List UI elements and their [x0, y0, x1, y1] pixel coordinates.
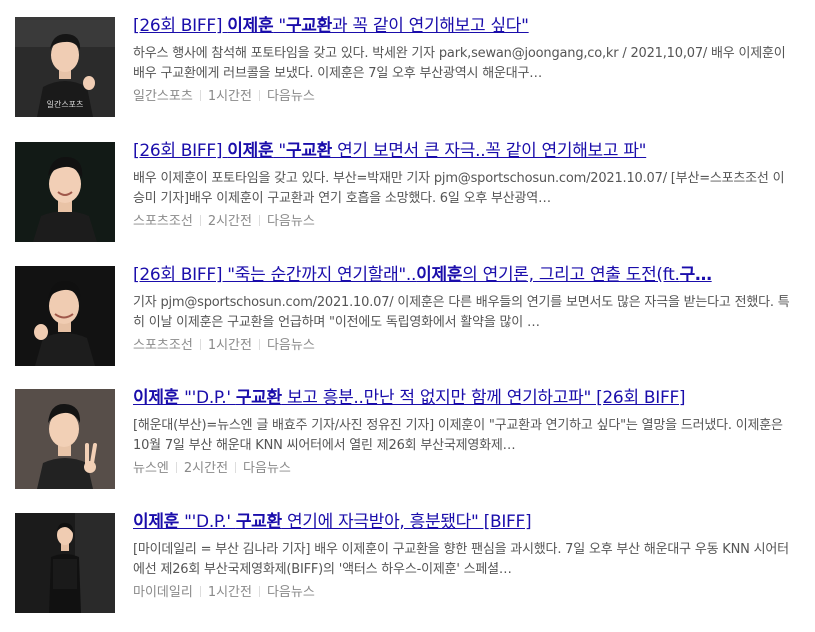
- news-snippet: 배우 이제훈이 포토타임을 갖고 있다. 부산=박재만 기자 pjm@sport…: [133, 171, 785, 206]
- news-meta: 일간스포츠 1시간전 다음뉴스: [133, 88, 793, 106]
- meta-divider: [258, 215, 260, 226]
- meta-divider: [235, 462, 237, 473]
- daum-news-link[interactable]: 다음뉴스: [267, 338, 315, 353]
- news-result-body: 이제훈 "'D.P.' 구교환 보고 흥분..만난 적 없지만 함께 연기하고파…: [133, 386, 793, 478]
- news-time: 1시간전: [207, 89, 252, 104]
- news-result-body: [26회 BIFF] 이제훈 "구교환과 꼭 같이 연기해보고 싶다" 하우스 …: [133, 14, 793, 106]
- news-source: 스포츠조선: [133, 214, 193, 229]
- daum-news-link[interactable]: 다음뉴스: [267, 585, 315, 600]
- news-thumbnail[interactable]: [15, 389, 115, 489]
- news-snippet: [마이데일리 = 부산 김나라 기자] 배우 이제훈이 구교환을 향한 팬심을 …: [133, 542, 789, 577]
- news-title-link[interactable]: [26회 BIFF] 이제훈 "구교환과 꼭 같이 연기해보고 싶다": [133, 14, 793, 38]
- meta-divider: [199, 339, 201, 350]
- news-source: 마이데일리: [133, 585, 193, 600]
- meta-divider: [199, 90, 201, 101]
- daum-news-link[interactable]: 다음뉴스: [267, 214, 315, 229]
- meta-divider: [258, 586, 260, 597]
- news-time: 1시간전: [207, 585, 252, 600]
- news-result-item: [26회 BIFF] "죽는 순간까지 연기할래"..이제훈의 연기론, 그리고…: [0, 263, 815, 371]
- news-result-item: 이제훈 "'D.P.' 구교환 연기에 자극받아, 흥분됐다" [BIFF] […: [0, 510, 815, 618]
- thumbnail-watermark: 일간스포츠: [47, 99, 84, 109]
- news-result-body: [26회 BIFF] 이제훈 "구교환 연기 보면서 큰 자극..꼭 같이 연기…: [133, 139, 793, 231]
- news-result-item: [26회 BIFF] 이제훈 "구교환 연기 보면서 큰 자극..꼭 같이 연기…: [0, 139, 815, 247]
- daum-news-link[interactable]: 다음뉴스: [243, 461, 291, 476]
- news-time: 1시간전: [207, 338, 252, 353]
- news-title-link[interactable]: 이제훈 "'D.P.' 구교환 연기에 자극받아, 흥분됐다" [BIFF]: [133, 510, 793, 534]
- daum-news-link[interactable]: 다음뉴스: [267, 89, 315, 104]
- news-title-link[interactable]: [26회 BIFF] "죽는 순간까지 연기할래"..이제훈의 연기론, 그리고…: [133, 263, 793, 287]
- meta-divider: [258, 339, 260, 350]
- news-source: 뉴스엔: [133, 461, 169, 476]
- news-snippet: [해운대(부산)=뉴스엔 글 배효주 기자/사진 정유진 기자] 이제훈이 "구…: [133, 418, 783, 453]
- news-meta: 뉴스엔 2시간전 다음뉴스: [133, 460, 793, 478]
- meta-divider: [175, 462, 177, 473]
- meta-divider: [258, 90, 260, 101]
- meta-divider: [199, 586, 201, 597]
- news-meta: 스포츠조선 1시간전 다음뉴스: [133, 337, 793, 355]
- news-source: 스포츠조선: [133, 338, 193, 353]
- news-time: 2시간전: [183, 461, 229, 476]
- news-result-body: [26회 BIFF] "죽는 순간까지 연기할래"..이제훈의 연기론, 그리고…: [133, 263, 793, 355]
- news-meta: 마이데일리 1시간전 다음뉴스: [133, 584, 793, 602]
- news-snippet: 하우스 행사에 참석해 포토타임을 갖고 있다. 박세완 기자 park,sew…: [133, 46, 786, 81]
- news-title-link[interactable]: 이제훈 "'D.P.' 구교환 보고 흥분..만난 적 없지만 함께 연기하고파…: [133, 386, 793, 410]
- news-meta: 스포츠조선 2시간전 다음뉴스: [133, 213, 793, 231]
- news-time: 2시간전: [207, 214, 252, 229]
- news-thumbnail[interactable]: [15, 266, 115, 366]
- news-result-body: 이제훈 "'D.P.' 구교환 연기에 자극받아, 흥분됐다" [BIFF] […: [133, 510, 793, 602]
- news-thumbnail[interactable]: [15, 142, 115, 242]
- news-thumbnail[interactable]: 일간스포츠: [15, 17, 115, 117]
- news-result-item: 일간스포츠 [26회 BIFF] 이제훈 "구교환과 꼭 같이 연기해보고 싶다…: [0, 14, 815, 122]
- news-snippet: 기자 pjm@sportschosun.com/2021.10.07/ 이제훈은…: [133, 295, 790, 330]
- news-result-item: 이제훈 "'D.P.' 구교환 보고 흥분..만난 적 없지만 함께 연기하고파…: [0, 386, 815, 494]
- news-thumbnail[interactable]: [15, 513, 115, 613]
- meta-divider: [199, 215, 201, 226]
- news-source: 일간스포츠: [133, 89, 193, 104]
- news-title-link[interactable]: [26회 BIFF] 이제훈 "구교환 연기 보면서 큰 자극..꼭 같이 연기…: [133, 139, 793, 163]
